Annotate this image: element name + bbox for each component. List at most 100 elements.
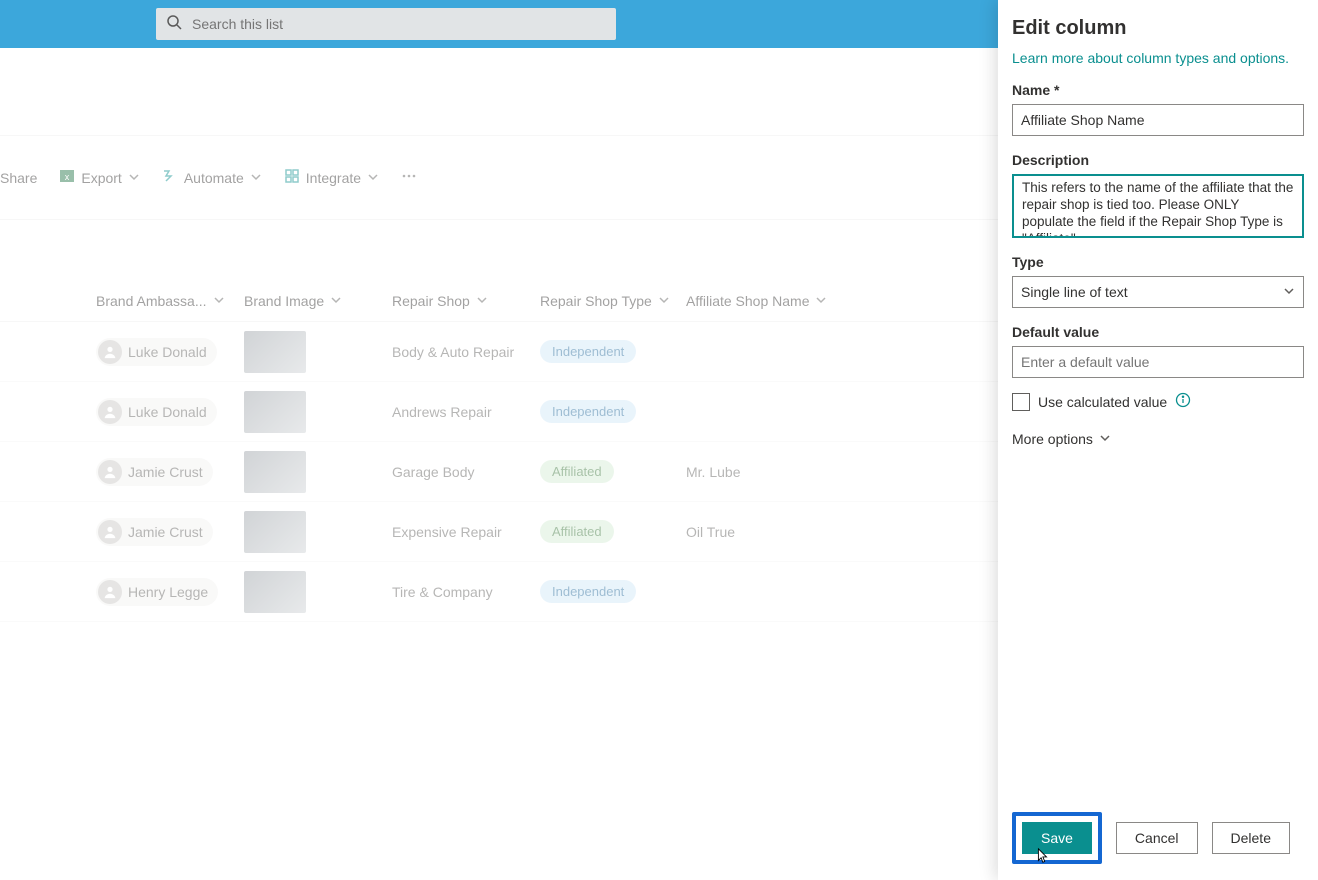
cell-type: Independent bbox=[540, 580, 686, 603]
type-pill: Affiliated bbox=[540, 460, 614, 483]
image-thumbnail[interactable] bbox=[244, 391, 306, 433]
more-options-label: More options bbox=[1012, 431, 1093, 447]
person-chip[interactable]: Luke Donald bbox=[96, 338, 217, 366]
cell-shop: Andrews Repair bbox=[392, 404, 540, 420]
share-label: Share bbox=[0, 170, 37, 186]
cell-type: Affiliated bbox=[540, 460, 686, 483]
chevron-down-icon bbox=[1283, 284, 1295, 300]
calculated-label: Use calculated value bbox=[1038, 394, 1167, 410]
default-label: Default value bbox=[1012, 324, 1304, 340]
cell-image bbox=[244, 331, 392, 373]
avatar-icon bbox=[98, 340, 122, 364]
search-input[interactable] bbox=[192, 16, 606, 32]
cell-affiliate: Oil True bbox=[686, 524, 876, 540]
col-affiliate[interactable]: Affiliate Shop Name bbox=[686, 293, 876, 309]
name-input[interactable] bbox=[1012, 104, 1304, 136]
more-options-toggle[interactable]: More options bbox=[1012, 431, 1304, 447]
integrate-button[interactable]: Integrate bbox=[284, 168, 379, 187]
description-textarea[interactable] bbox=[1012, 174, 1304, 238]
avatar-icon bbox=[98, 520, 122, 544]
learn-more-link[interactable]: Learn more about column types and option… bbox=[1012, 50, 1304, 66]
person-chip[interactable]: Jamie Crust bbox=[96, 458, 213, 486]
cell-image bbox=[244, 451, 392, 493]
cell-ambassador: Luke Donald bbox=[96, 398, 244, 426]
delete-button[interactable]: Delete bbox=[1212, 822, 1290, 854]
cell-ambassador: Luke Donald bbox=[96, 338, 244, 366]
name-label: Name * bbox=[1012, 82, 1304, 98]
type-value: Single line of text bbox=[1021, 284, 1128, 300]
cell-image bbox=[244, 391, 392, 433]
image-thumbnail[interactable] bbox=[244, 571, 306, 613]
avatar-icon bbox=[98, 400, 122, 424]
cell-image bbox=[244, 511, 392, 553]
person-name: Luke Donald bbox=[128, 404, 207, 420]
chevron-down-icon bbox=[367, 170, 379, 186]
info-icon[interactable] bbox=[1175, 392, 1191, 411]
integrate-label: Integrate bbox=[306, 170, 361, 186]
chevron-down-icon bbox=[658, 293, 670, 309]
type-dropdown[interactable]: Single line of text bbox=[1012, 276, 1304, 308]
image-thumbnail[interactable] bbox=[244, 511, 306, 553]
cell-shop: Tire & Company bbox=[392, 584, 540, 600]
person-chip[interactable]: Luke Donald bbox=[96, 398, 217, 426]
panel-title: Edit column bbox=[1012, 17, 1126, 40]
cell-type: Independent bbox=[540, 400, 686, 423]
person-name: Henry Legge bbox=[128, 584, 208, 600]
cell-image bbox=[244, 571, 392, 613]
col-shop[interactable]: Repair Shop bbox=[392, 293, 540, 309]
col-ambassador[interactable]: Brand Ambassa... bbox=[96, 293, 244, 309]
search-icon bbox=[166, 14, 192, 35]
svg-text:x: x bbox=[65, 172, 70, 182]
chevron-down-icon bbox=[213, 293, 225, 309]
cell-ambassador: Jamie Crust bbox=[96, 518, 244, 546]
person-name: Jamie Crust bbox=[128, 464, 203, 480]
col-type[interactable]: Repair Shop Type bbox=[540, 293, 686, 309]
export-button[interactable]: x Export bbox=[59, 168, 139, 187]
chevron-down-icon bbox=[815, 293, 827, 309]
type-pill: Independent bbox=[540, 580, 636, 603]
chevron-down-icon bbox=[1099, 431, 1111, 447]
overflow-button[interactable] bbox=[401, 168, 417, 187]
grid-icon bbox=[284, 168, 300, 187]
cancel-button[interactable]: Cancel bbox=[1116, 822, 1198, 854]
close-button[interactable] bbox=[1276, 14, 1304, 42]
excel-icon: x bbox=[59, 168, 75, 187]
export-label: Export bbox=[81, 170, 121, 186]
type-pill: Independent bbox=[540, 340, 636, 363]
type-pill: Affiliated bbox=[540, 520, 614, 543]
calculated-checkbox[interactable] bbox=[1012, 393, 1030, 411]
cell-shop: Body & Auto Repair bbox=[392, 344, 540, 360]
description-label: Description bbox=[1012, 152, 1304, 168]
default-input[interactable] bbox=[1012, 346, 1304, 378]
chevron-down-icon bbox=[128, 170, 140, 186]
save-button[interactable]: Save bbox=[1022, 822, 1092, 854]
image-thumbnail[interactable] bbox=[244, 331, 306, 373]
person-name: Jamie Crust bbox=[128, 524, 203, 540]
automate-label: Automate bbox=[184, 170, 244, 186]
type-pill: Independent bbox=[540, 400, 636, 423]
panel-footer: Save Cancel Delete bbox=[1012, 798, 1304, 880]
col-image[interactable]: Brand Image bbox=[244, 293, 392, 309]
automate-button[interactable]: Automate bbox=[162, 168, 262, 187]
cell-type: Independent bbox=[540, 340, 686, 363]
chevron-down-icon bbox=[476, 293, 488, 309]
avatar-icon bbox=[98, 460, 122, 484]
cell-affiliate: Mr. Lube bbox=[686, 464, 876, 480]
type-label: Type bbox=[1012, 254, 1304, 270]
person-chip[interactable]: Henry Legge bbox=[96, 578, 218, 606]
share-button[interactable]: Share bbox=[0, 170, 37, 186]
cell-shop: Garage Body bbox=[392, 464, 540, 480]
cell-ambassador: Henry Legge bbox=[96, 578, 244, 606]
cell-type: Affiliated bbox=[540, 520, 686, 543]
search-box[interactable] bbox=[156, 8, 616, 40]
image-thumbnail[interactable] bbox=[244, 451, 306, 493]
avatar-icon bbox=[98, 580, 122, 604]
edit-column-panel: Edit column Learn more about column type… bbox=[998, 0, 1318, 880]
chevron-down-icon bbox=[330, 293, 342, 309]
chevron-down-icon bbox=[250, 170, 262, 186]
person-chip[interactable]: Jamie Crust bbox=[96, 518, 213, 546]
more-icon bbox=[401, 168, 417, 187]
save-highlight: Save bbox=[1012, 812, 1102, 864]
flow-icon bbox=[162, 168, 178, 187]
cell-shop: Expensive Repair bbox=[392, 524, 540, 540]
